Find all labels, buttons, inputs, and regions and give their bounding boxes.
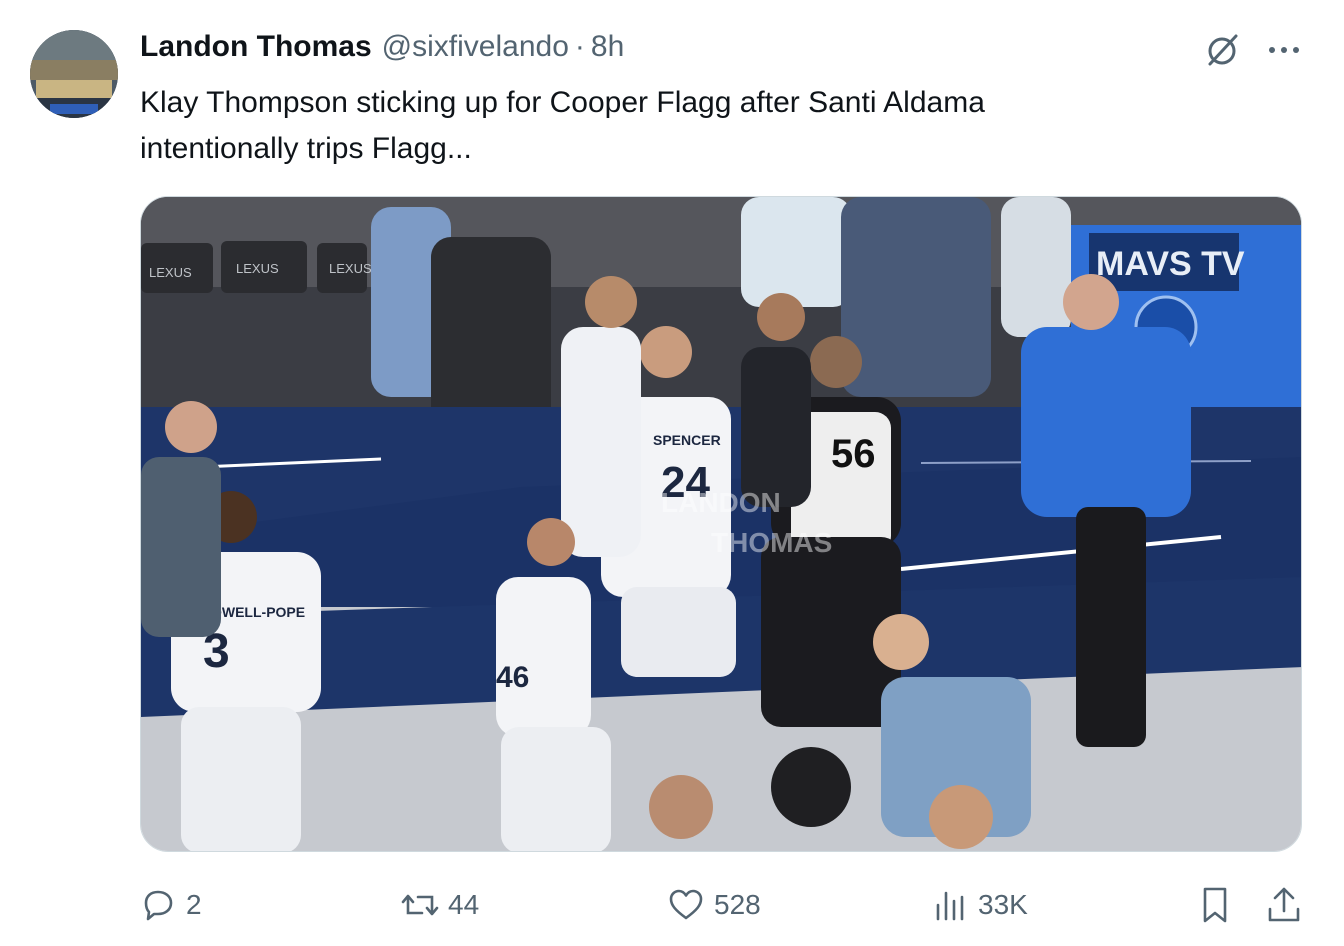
- watermark-line1: LANDON: [661, 487, 781, 518]
- tweet-media[interactable]: LEXUS LEXUS LEXUS MAVS TV 56 24 SPENCER …: [140, 196, 1302, 852]
- share-icon: [1264, 885, 1304, 925]
- reply-count: 2: [186, 889, 202, 920]
- repost-icon: [400, 885, 440, 925]
- sponsor-logo-1: LEXUS: [149, 265, 192, 280]
- tweet-card: Landon Thomas @sixfivelando · 8h Klay Th…: [0, 0, 1344, 946]
- repost-button[interactable]: 44: [400, 880, 479, 930]
- like-button[interactable]: 528: [666, 880, 761, 930]
- jersey-number-46: 46: [496, 661, 529, 694]
- avatar[interactable]: [30, 30, 118, 118]
- reply-icon: [138, 885, 178, 925]
- reply-button[interactable]: 2: [138, 880, 202, 930]
- banner-text: MAVS TV: [1096, 245, 1245, 283]
- watermark-line2: THOMAS: [711, 527, 832, 558]
- sponsor-logo-3: LEXUS: [329, 261, 372, 276]
- share-button[interactable]: [1264, 880, 1304, 930]
- like-count: 528: [714, 889, 761, 920]
- views-button[interactable]: 33K: [930, 880, 1028, 930]
- views-icon: [930, 885, 970, 925]
- separator-dot: ·: [574, 30, 585, 63]
- more-icon[interactable]: [1262, 30, 1306, 70]
- bookmark-button[interactable]: [1195, 880, 1235, 930]
- grok-icon[interactable]: [1202, 30, 1242, 70]
- heart-icon: [666, 885, 706, 925]
- author-name[interactable]: Landon Thomas: [140, 30, 372, 64]
- tweet-text: Klay Thompson sticking up for Cooper Fla…: [140, 86, 985, 165]
- tweet-header: Landon Thomas @sixfivelando · 8h: [140, 30, 624, 70]
- author-handle[interactable]: @sixfivelando: [382, 30, 569, 64]
- jersey-number-56: 56: [831, 432, 876, 476]
- bookmark-icon: [1195, 885, 1235, 925]
- repost-count: 44: [448, 889, 480, 920]
- action-bar: 2 44 528 33K: [0, 880, 1344, 930]
- views-count: 33K: [978, 889, 1028, 920]
- timestamp[interactable]: 8h: [591, 30, 624, 64]
- jersey-name-spencer: SPENCER: [653, 432, 721, 448]
- sponsor-logo-2: LEXUS: [236, 261, 279, 276]
- courtside-chairs: LEXUS LEXUS LEXUS: [141, 241, 372, 293]
